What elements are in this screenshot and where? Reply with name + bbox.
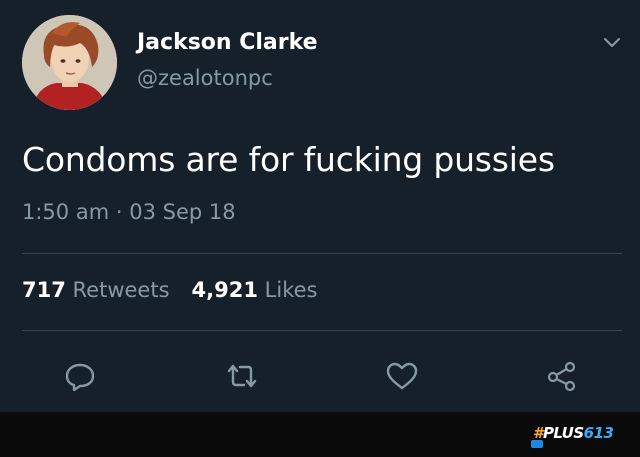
share-icon[interactable] (544, 358, 580, 394)
meta-separator: · (115, 200, 123, 224)
reply-icon[interactable] (62, 358, 98, 394)
author-name[interactable]: Jackson Clarke (137, 30, 318, 55)
watermark-number: 613 (583, 424, 614, 442)
tweet-text: Condoms are for fucking pussies (22, 140, 555, 179)
tweet-stats: 717 Retweets 4,921 Likes (22, 278, 317, 302)
avatar[interactable] (22, 15, 117, 110)
watermark-word: PLUS (542, 424, 584, 442)
heart-icon[interactable] (384, 358, 420, 394)
retweet-icon[interactable] (224, 358, 260, 394)
tweet-time: 1:50 am (22, 200, 110, 224)
likes-stat[interactable]: 4,921 Likes (192, 278, 318, 302)
retweets-label: Retweets (72, 278, 170, 302)
retweets-stat[interactable]: 717 Retweets (22, 278, 170, 302)
watermark-logo: #PLUS613 (533, 424, 614, 444)
watermark-badge-icon (531, 440, 543, 448)
tweet-card: Jackson Clarke @zealotonpc Condoms are f… (0, 0, 640, 412)
retweets-count: 717 (22, 278, 66, 302)
likes-count: 4,921 (191, 278, 258, 302)
divider (22, 253, 622, 254)
tweet-date: 03 Sep 18 (129, 200, 236, 224)
divider (22, 330, 622, 331)
tweet-timestamp[interactable]: 1:50 am · 03 Sep 18 (22, 200, 236, 224)
avatar-image (22, 15, 117, 110)
chevron-down-icon[interactable] (600, 30, 624, 54)
likes-label: Likes (264, 278, 318, 302)
author-handle[interactable]: @zealotonpc (137, 66, 273, 90)
